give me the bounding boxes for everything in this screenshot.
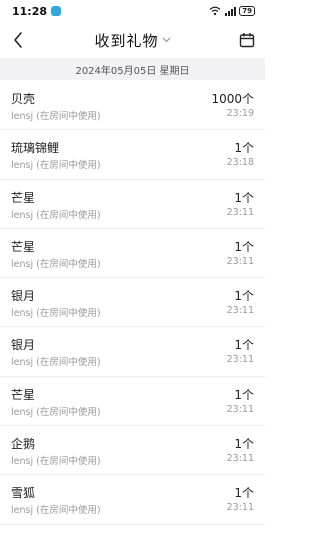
gift-name: 企鹅 — [11, 437, 36, 452]
battery-icon: 79 — [239, 6, 255, 16]
list-item[interactable]: 芒星 lensj (在房间中使用) 1个 23:11 — [0, 377, 265, 427]
gift-list: 贝壳 lensj (在房间中使用) 1000个 23:19 琉璃锦鲤 lensj… — [0, 81, 265, 525]
gift-time: 23:11 — [226, 255, 254, 267]
gift-time: 23:18 — [226, 157, 254, 169]
chevron-down-icon — [162, 37, 170, 43]
status-left: 11:28 — [12, 4, 62, 18]
gift-time: 23:11 — [226, 453, 254, 465]
gift-count: 1个 — [234, 387, 254, 402]
gift-name: 琉璃锦鲤 — [11, 141, 60, 156]
wifi-icon — [209, 6, 221, 16]
list-item[interactable]: 贝壳 lensj (在房间中使用) 1000个 23:19 — [0, 81, 265, 131]
back-button[interactable] — [8, 30, 28, 50]
gift-count: 1个 — [234, 486, 254, 501]
list-item[interactable]: 琉璃锦鲤 lensj (在房间中使用) 1个 23:18 — [0, 130, 265, 180]
gift-time: 23:11 — [226, 403, 254, 415]
gift-sender: lensj (在房间中使用) — [11, 456, 101, 468]
date-section-header: 2024年05月05日 星期日 — [0, 58, 265, 80]
gift-name: 芒星 — [11, 239, 36, 254]
gift-name: 银月 — [11, 338, 36, 353]
chevron-left-icon — [14, 32, 22, 48]
status-bar: 11:28 79 — [0, 0, 265, 22]
list-item[interactable]: 银月 lensj (在房间中使用) 1个 23:11 — [0, 327, 265, 377]
gift-time: 23:11 — [226, 305, 254, 317]
gift-name: 雪狐 — [11, 486, 36, 501]
gift-sender: lensj (在房间中使用) — [11, 258, 101, 270]
gift-sender: lensj (在房间中使用) — [11, 406, 101, 418]
gift-sender: lensj (在房间中使用) — [11, 160, 101, 172]
title-dropdown[interactable]: 收到礼物 — [94, 30, 170, 51]
list-item[interactable]: 雪狐 lensj (在房间中使用) 1个 23:11 — [0, 475, 265, 525]
status-right: 79 — [209, 6, 255, 16]
gift-count: 1个 — [234, 289, 254, 304]
gift-count: 1个 — [234, 437, 254, 452]
gift-sender: lensj (在房间中使用) — [11, 308, 101, 320]
list-item[interactable]: 企鹅 lensj (在房间中使用) 1个 23:11 — [0, 426, 265, 476]
list-item[interactable]: 银月 lensj (在房间中使用) 1个 23:11 — [0, 278, 265, 328]
gift-sender: lensj (在房间中使用) — [11, 357, 101, 369]
gift-name: 芒星 — [11, 190, 36, 205]
battery-level: 79 — [242, 7, 252, 15]
gift-sender: lensj (在房间中使用) — [11, 209, 101, 221]
gift-count: 1个 — [234, 190, 254, 205]
gift-name: 银月 — [11, 289, 36, 304]
gift-sender: lensj (在房间中使用) — [11, 505, 101, 517]
gift-time: 23:11 — [226, 206, 254, 218]
header: 收到礼物 — [0, 22, 265, 58]
gift-count: 1个 — [234, 338, 254, 353]
gift-sender: lensj (在房间中使用) — [11, 111, 101, 122]
status-time: 11:28 — [12, 4, 48, 18]
gift-name: 贝壳 — [11, 92, 36, 106]
gift-count: 1个 — [234, 239, 254, 254]
gift-time: 23:11 — [226, 502, 254, 514]
page-title: 收到礼物 — [94, 31, 159, 50]
calendar-button[interactable] — [237, 30, 257, 50]
list-item[interactable]: 芒星 lensj (在房间中使用) 1个 23:11 — [0, 180, 265, 229]
calendar-icon — [239, 33, 255, 48]
gift-name: 芒星 — [11, 387, 36, 402]
gift-count: 1个 — [234, 141, 254, 156]
app-notification-icon — [51, 6, 62, 16]
gift-count: 1000个 — [211, 92, 254, 106]
gift-time: 23:19 — [226, 108, 254, 119]
signal-icon — [225, 7, 237, 16]
date-label: 2024年05月05日 星期日 — [75, 65, 190, 77]
list-item[interactable]: 芒星 lensj (在房间中使用) 1个 23:11 — [0, 229, 265, 279]
gift-time: 23:11 — [226, 354, 254, 366]
